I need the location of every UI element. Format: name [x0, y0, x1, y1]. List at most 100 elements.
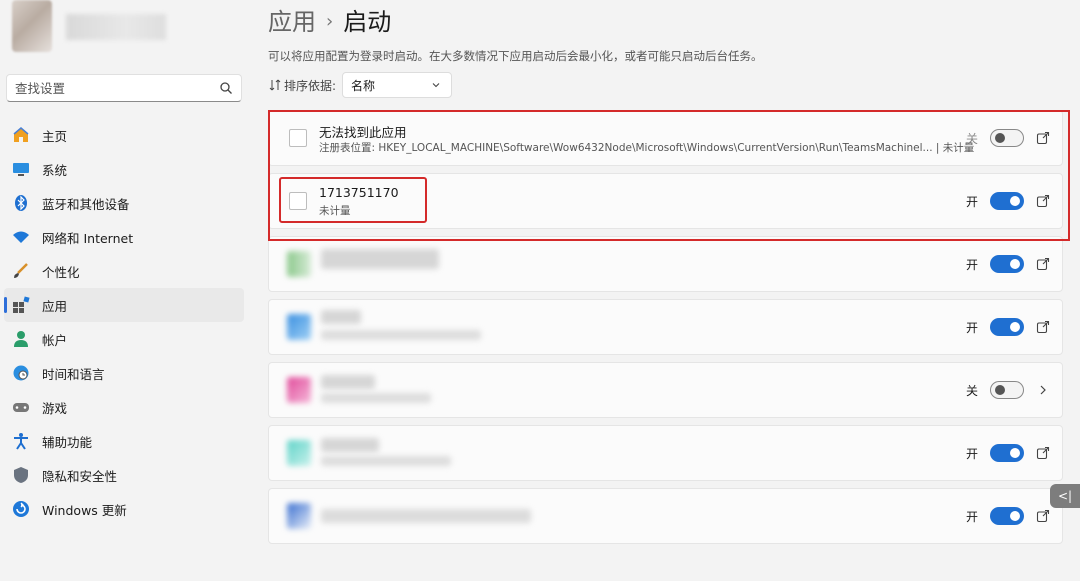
app-icon-blurred	[287, 251, 311, 277]
startup-app-row: 开	[268, 425, 1063, 481]
open-external-icon[interactable]	[1034, 192, 1052, 210]
sort-dropdown[interactable]: 名称	[342, 72, 453, 98]
user-profile[interactable]	[8, 0, 248, 60]
toggle-state-label: 开	[965, 195, 978, 209]
sidebar-item-system[interactable]: 系统	[4, 152, 244, 186]
breadcrumb-current: 启动	[343, 8, 392, 36]
sidebar-item-label: 游戏	[42, 400, 68, 416]
sidebar-item-label: Windows 更新	[42, 502, 127, 518]
sort-control: 排序依据: 名称	[268, 72, 453, 98]
sidebar-item-accounts[interactable]: 帐户	[4, 322, 244, 356]
sidebar-item-label: 辅助功能	[42, 434, 93, 450]
globe-clock-icon	[12, 364, 30, 382]
search-box[interactable]	[6, 74, 242, 102]
app-detail-blurred	[321, 330, 481, 340]
network-wifi-icon	[12, 228, 30, 246]
app-icon-blurred	[287, 314, 311, 340]
sort-icon	[269, 79, 281, 91]
startup-app-row: 开	[268, 299, 1063, 355]
startup-toggle[interactable]	[990, 129, 1024, 147]
app-name-blurred	[321, 509, 531, 523]
startup-toggle[interactable]	[990, 381, 1024, 399]
sidebar-item-label: 蓝牙和其他设备	[42, 196, 130, 212]
app-icon-placeholder	[289, 192, 307, 210]
search-icon[interactable]	[219, 81, 233, 95]
sidebar-item-privacy[interactable]: 隐私和安全性	[4, 458, 244, 492]
startup-toggle[interactable]	[990, 255, 1024, 273]
account-icon	[12, 330, 30, 348]
page-description: 可以将应用配置为登录时启动。在大多数情况下应用启动后会最小化，或者可能只启动后台…	[268, 49, 763, 63]
app-icon-placeholder	[289, 129, 307, 147]
brush-icon	[12, 262, 30, 280]
app-icon-blurred	[287, 440, 311, 466]
sidebar-item-personalization[interactable]: 个性化	[4, 254, 244, 288]
toggle-state-label: 开	[965, 258, 978, 272]
sidebar-item-label: 隐私和安全性	[42, 468, 118, 484]
app-detail-blurred	[321, 456, 451, 466]
startup-app-row: 开	[268, 488, 1063, 544]
sidebar-item-label: 个性化	[42, 264, 80, 280]
home-icon	[12, 126, 30, 144]
bluetooth-icon	[12, 194, 30, 212]
sidebar-item-windows-update[interactable]: Windows 更新	[4, 492, 244, 526]
main-content: 应用 › 启动 可以将应用配置为登录时启动。在大多数情况下应用启动后会最小化，或者可…	[268, 0, 1080, 581]
sidebar: 主页 系统 蓝牙和其他设备 网络和 Internet 个性化	[0, 0, 250, 581]
accessibility-icon	[12, 432, 30, 450]
sidebar-item-network[interactable]: 网络和 Internet	[4, 220, 244, 254]
sidebar-item-home[interactable]: 主页	[4, 118, 244, 152]
sidebar-item-label: 时间和语言	[42, 366, 105, 382]
app-name: 1713751170	[319, 185, 399, 200]
sidebar-item-time-language[interactable]: 时间和语言	[4, 356, 244, 390]
toggle-state-label: 开	[965, 510, 978, 524]
collapse-side-tab[interactable]: <|	[1050, 484, 1080, 508]
breadcrumb-separator: ›	[326, 11, 334, 32]
sort-label: 排序依据:	[284, 78, 337, 93]
open-external-icon[interactable]	[1034, 444, 1052, 462]
startup-app-row: 关	[268, 362, 1063, 418]
sidebar-item-label: 帐户	[42, 332, 68, 348]
app-name-blurred	[321, 375, 375, 389]
app-name-blurred	[321, 310, 361, 324]
search-input[interactable]	[7, 75, 207, 101]
sidebar-item-apps[interactable]: 应用	[4, 288, 244, 322]
sidebar-item-label: 应用	[42, 298, 68, 314]
app-name: 无法找到此应用	[319, 125, 407, 140]
app-icon-blurred	[287, 503, 311, 529]
startup-toggle[interactable]	[990, 507, 1024, 525]
toggle-state-label: 开	[965, 321, 978, 335]
app-name-blurred	[321, 438, 379, 452]
breadcrumb-apps[interactable]: 应用	[268, 8, 316, 36]
startup-app-list: 无法找到此应用 注册表位置: HKEY_LOCAL_MACHINE\Softwa…	[268, 110, 1063, 551]
gamepad-icon	[12, 398, 30, 416]
avatar	[12, 0, 52, 52]
open-external-icon[interactable]	[1034, 255, 1052, 273]
open-external-icon[interactable]	[1034, 129, 1052, 147]
toggle-state-label: 关	[965, 384, 978, 398]
startup-toggle[interactable]	[990, 318, 1024, 336]
shield-icon	[12, 466, 30, 484]
sidebar-item-accessibility[interactable]: 辅助功能	[4, 424, 244, 458]
chevron-right-icon[interactable]	[1034, 381, 1052, 399]
app-detail: 未计量	[319, 205, 351, 217]
sort-selected-value: 名称	[351, 78, 376, 93]
app-detail-blurred	[321, 393, 431, 403]
chevron-down-icon	[432, 83, 440, 88]
app-detail: 注册表位置: HKEY_LOCAL_MACHINE\Software\Wow64…	[319, 142, 975, 154]
profile-name-blurred	[66, 14, 166, 40]
sidebar-item-bluetooth[interactable]: 蓝牙和其他设备	[4, 186, 244, 220]
app-name-blurred	[321, 249, 439, 269]
windows-update-icon	[12, 500, 30, 518]
startup-app-row: 1713751170 未计量 开	[268, 173, 1063, 229]
sidebar-item-gaming[interactable]: 游戏	[4, 390, 244, 424]
startup-app-row: 无法找到此应用 注册表位置: HKEY_LOCAL_MACHINE\Softwa…	[268, 110, 1063, 166]
open-external-icon[interactable]	[1034, 507, 1052, 525]
sidebar-item-label: 网络和 Internet	[42, 230, 134, 246]
system-monitor-icon	[12, 160, 30, 178]
open-external-icon[interactable]	[1034, 318, 1052, 336]
sidebar-item-label: 系统	[42, 162, 68, 178]
startup-toggle[interactable]	[990, 444, 1024, 462]
toggle-state-label: 开	[965, 447, 978, 461]
startup-toggle[interactable]	[990, 192, 1024, 210]
toggle-state-label: 关	[965, 132, 978, 146]
sidebar-nav: 主页 系统 蓝牙和其他设备 网络和 Internet 个性化 应用 帐户 时间和…	[4, 118, 244, 526]
